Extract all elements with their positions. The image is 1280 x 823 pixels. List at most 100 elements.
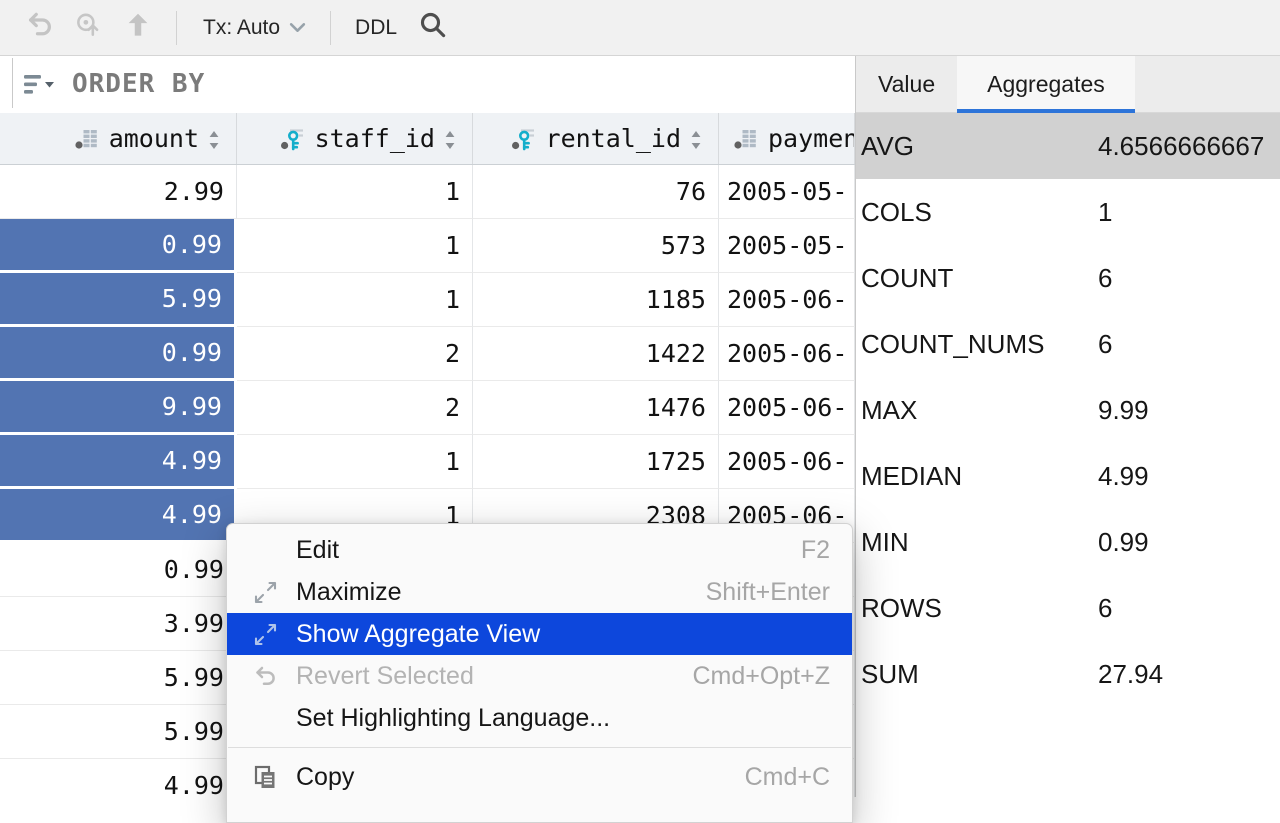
cell-payment[interactable]: 2005-06- bbox=[719, 381, 855, 435]
column-label: paymen bbox=[768, 124, 855, 153]
aggregate-name: MEDIAN bbox=[856, 461, 1098, 492]
menu-item-edit[interactable]: EditF2 bbox=[227, 529, 852, 571]
cell-staff_id[interactable]: 1 bbox=[237, 273, 473, 327]
ddl-button[interactable]: DDL bbox=[355, 16, 397, 40]
cell-payment[interactable]: 2005-06- bbox=[719, 435, 855, 489]
aggregate-value: 9.99 bbox=[1098, 395, 1280, 426]
aggregate-value: 27.94 bbox=[1098, 659, 1280, 690]
cell-payment[interactable]: 2005-06- bbox=[719, 273, 855, 327]
menu-item-label: Edit bbox=[285, 536, 801, 565]
value-editor-panel: ValueAggregates AVG4.6566666667COLS1COUN… bbox=[855, 56, 1280, 797]
cell-payment[interactable]: 2005-05- bbox=[719, 219, 855, 273]
aggregate-row-count[interactable]: COUNT6 bbox=[856, 245, 1280, 311]
cell-amount[interactable]: 4.99 bbox=[0, 759, 237, 797]
chevron-down-icon bbox=[289, 22, 306, 33]
aggregate-name: MAX bbox=[856, 395, 1098, 426]
menu-item-shortcut: F2 bbox=[801, 536, 830, 565]
preview-changes-icon bbox=[73, 10, 103, 45]
preview-changes-button[interactable] bbox=[72, 12, 104, 44]
aggregate-row-max[interactable]: MAX9.99 bbox=[856, 377, 1280, 443]
cell-staff_id[interactable]: 2 bbox=[237, 327, 473, 381]
aggregate-row-cols[interactable]: COLS1 bbox=[856, 179, 1280, 245]
filter-bar[interactable]: ORDER BY bbox=[0, 56, 855, 113]
cell-amount[interactable]: 5.99 bbox=[0, 273, 237, 327]
menu-item-shortcut: Cmd+C bbox=[745, 763, 830, 792]
cell-amount[interactable]: 0.99 bbox=[0, 327, 237, 381]
menu-item-label: Show Aggregate View bbox=[285, 620, 830, 649]
column-label: amount bbox=[109, 124, 199, 153]
aggregate-name: COLS bbox=[856, 197, 1098, 228]
datagrip-data-editor: { "toolbar": { "tx_label": "Tx: Auto", "… bbox=[0, 0, 1280, 797]
gutter-line bbox=[12, 58, 13, 108]
copy-icon bbox=[252, 764, 279, 791]
column-header-paymen[interactable]: paymen bbox=[719, 113, 855, 164]
aggregate-value: 6 bbox=[1098, 329, 1280, 360]
table-row: 0.99214222005-06- bbox=[0, 327, 855, 381]
expand-icon bbox=[252, 621, 279, 648]
menu-item-revert-selected[interactable]: Revert SelectedCmd+Opt+Z bbox=[227, 655, 852, 697]
active-tab-underline bbox=[957, 109, 1135, 113]
cell-amount[interactable]: 5.99 bbox=[0, 651, 237, 705]
menu-item-copy[interactable]: CopyCmd+C bbox=[227, 756, 852, 798]
aggregate-value: 4.6566666667 bbox=[1098, 131, 1280, 162]
grid-header-row: amount staff_id rental_id paymen bbox=[0, 113, 855, 165]
tab-aggregates[interactable]: Aggregates bbox=[957, 56, 1135, 112]
toolbar: Tx: Auto DDL bbox=[0, 0, 1280, 56]
column-header-amount[interactable]: amount bbox=[0, 113, 237, 164]
cell-amount[interactable]: 9.99 bbox=[0, 381, 237, 435]
undo-button[interactable] bbox=[24, 12, 56, 44]
cell-payment[interactable]: 2005-06- bbox=[719, 327, 855, 381]
cell-rental_id[interactable]: 1185 bbox=[473, 273, 719, 327]
cell-amount[interactable]: 4.99 bbox=[0, 435, 237, 489]
cell-rental_id[interactable]: 1476 bbox=[473, 381, 719, 435]
cell-amount[interactable]: 0.99 bbox=[0, 219, 237, 273]
table-row: 4.99117252005-06- bbox=[0, 435, 855, 489]
cell-staff_id[interactable]: 1 bbox=[237, 165, 473, 219]
search-icon bbox=[418, 10, 448, 45]
cell-amount[interactable]: 3.99 bbox=[0, 597, 237, 651]
column-header-rental-id[interactable]: rental_id bbox=[473, 113, 719, 164]
column-header-staff-id[interactable]: staff_id bbox=[237, 113, 473, 164]
cell-staff_id[interactable]: 2 bbox=[237, 381, 473, 435]
aggregate-value: 4.99 bbox=[1098, 461, 1280, 492]
submit-button[interactable] bbox=[122, 12, 154, 44]
aggregate-row-avg[interactable]: AVG4.6566666667 bbox=[856, 113, 1280, 179]
menu-item-show-aggregate-view[interactable]: Show Aggregate View bbox=[227, 613, 852, 655]
table-row: 9.99214762005-06- bbox=[0, 381, 855, 435]
aggregate-value: 1 bbox=[1098, 197, 1280, 228]
aggregate-row-min[interactable]: MIN0.99 bbox=[856, 509, 1280, 575]
cell-staff_id[interactable]: 1 bbox=[237, 219, 473, 273]
aggregate-row-rows[interactable]: ROWS6 bbox=[856, 575, 1280, 641]
table-row: 0.9915732005-05- bbox=[0, 219, 855, 273]
menu-item-label: Copy bbox=[285, 763, 745, 792]
cell-rental_id[interactable]: 1725 bbox=[473, 435, 719, 489]
menu-item-label: Set Highlighting Language... bbox=[285, 704, 830, 733]
tx-mode-selector[interactable]: Tx: Auto bbox=[203, 16, 306, 40]
aggregate-row-count-nums[interactable]: COUNT_NUMS6 bbox=[856, 311, 1280, 377]
sort-arrows-icon bbox=[444, 128, 456, 150]
toolbar-separator bbox=[330, 11, 331, 45]
cell-amount[interactable]: 0.99 bbox=[0, 543, 237, 597]
key-icon bbox=[511, 126, 537, 152]
column-label: rental_id bbox=[546, 124, 681, 153]
aggregate-row-median[interactable]: MEDIAN4.99 bbox=[856, 443, 1280, 509]
cell-amount[interactable]: 5.99 bbox=[0, 705, 237, 759]
cell-rental_id[interactable]: 1422 bbox=[473, 327, 719, 381]
cell-rental_id[interactable]: 76 bbox=[473, 165, 719, 219]
tab-value[interactable]: Value bbox=[856, 56, 957, 112]
menu-item-set-highlighting-language[interactable]: Set Highlighting Language... bbox=[227, 697, 852, 739]
key-icon bbox=[280, 126, 306, 152]
context-menu: EditF2MaximizeShift+EnterShow Aggregate … bbox=[226, 523, 853, 823]
menu-item-shortcut: Shift+Enter bbox=[706, 578, 830, 607]
menu-item-maximize[interactable]: MaximizeShift+Enter bbox=[227, 571, 852, 613]
filter-icon[interactable] bbox=[23, 72, 57, 98]
undo-icon bbox=[252, 663, 279, 690]
cell-amount[interactable]: 2.99 bbox=[0, 165, 237, 219]
cell-rental_id[interactable]: 573 bbox=[473, 219, 719, 273]
aggregates-list: AVG4.6566666667COLS1COUNT6COUNT_NUMS6MAX… bbox=[856, 113, 1280, 707]
search-button[interactable] bbox=[417, 12, 449, 44]
cell-staff_id[interactable]: 1 bbox=[237, 435, 473, 489]
cell-amount[interactable]: 4.99 bbox=[0, 489, 237, 543]
aggregate-row-sum[interactable]: SUM27.94 bbox=[856, 641, 1280, 707]
cell-payment[interactable]: 2005-05- bbox=[719, 165, 855, 219]
